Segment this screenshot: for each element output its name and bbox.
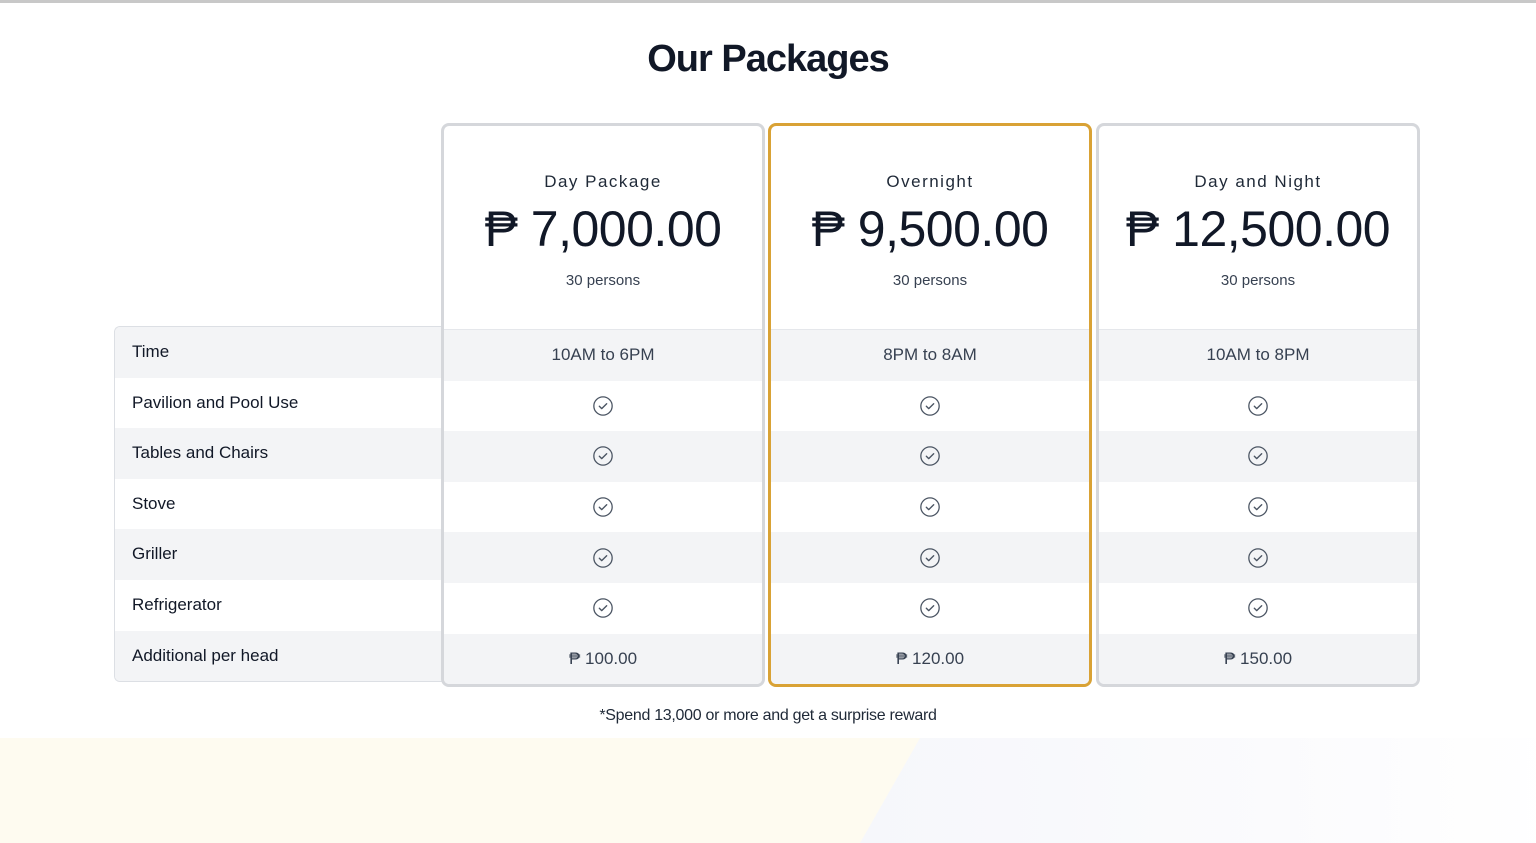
check-circle-icon <box>592 547 614 569</box>
feature-label: Tables and Chairs <box>115 428 455 479</box>
package-capacity: 30 persons <box>1220 272 1296 289</box>
package-time: 8PM to 8AM <box>771 329 1089 381</box>
check-circle-icon <box>592 496 614 518</box>
check-circle-icon <box>919 547 941 569</box>
package-time: 10AM to 8PM <box>1099 329 1417 381</box>
package-name: Day and Night <box>1194 172 1322 191</box>
package-capacity: 30 persons <box>892 272 968 289</box>
footer-background <box>0 738 1536 843</box>
package-card-overnight[interactable]: Overnight ₱ 9,500.00 30 persons 8PM to 8… <box>768 123 1092 687</box>
check-circle-icon <box>919 445 941 467</box>
feature-cell <box>771 482 1089 533</box>
check-circle-icon <box>592 597 614 619</box>
feature-label: Stove <box>132 493 176 513</box>
feature-cell <box>1099 532 1417 583</box>
feature-label-column: Time Pavilion and Pool Use Tables and Ch… <box>114 326 455 682</box>
feature-cell <box>1099 583 1417 634</box>
feature-cell <box>444 431 762 482</box>
package-additional-per-head: ₱ 150.00 <box>1099 633 1417 684</box>
package-header: Day and Night ₱ 12,500.00 30 persons <box>1099 126 1417 329</box>
feature-cell <box>444 381 762 432</box>
feature-cell <box>771 381 1089 432</box>
feature-cell <box>444 532 762 583</box>
package-price: ₱ 7,000.00 <box>484 201 722 257</box>
feature-label: Refrigerator <box>132 594 222 614</box>
feature-cell <box>1099 482 1417 533</box>
check-circle-icon <box>919 395 941 417</box>
package-card-day-and-night[interactable]: Day and Night ₱ 12,500.00 30 persons 10A… <box>1096 123 1420 687</box>
check-circle-icon <box>1247 496 1269 518</box>
check-circle-icon <box>919 597 941 619</box>
feature-cell <box>444 583 762 634</box>
check-circle-icon <box>1247 547 1269 569</box>
check-circle-icon <box>592 395 614 417</box>
decorative-shape <box>860 738 1536 843</box>
check-circle-icon <box>919 496 941 518</box>
feature-cell <box>1099 431 1417 482</box>
package-header: Overnight ₱ 9,500.00 30 persons <box>771 126 1089 329</box>
package-price: ₱ 12,500.00 <box>1125 201 1391 257</box>
footnote: *Spend 13,000 or more and get a surprise… <box>599 707 937 724</box>
feature-cell <box>444 482 762 533</box>
package-name: Day Package <box>544 172 662 191</box>
top-divider <box>0 0 1536 3</box>
feature-label: Additional per head <box>115 630 455 681</box>
package-time: 10AM to 6PM <box>444 329 762 381</box>
check-circle-icon <box>592 445 614 467</box>
package-name: Overnight <box>886 172 974 191</box>
package-additional-per-head: ₱ 100.00 <box>444 633 762 684</box>
page-title: Our Packages <box>647 38 889 80</box>
package-additional-per-head: ₱ 120.00 <box>771 633 1089 684</box>
check-circle-icon <box>1247 445 1269 467</box>
package-price: ₱ 9,500.00 <box>811 201 1049 257</box>
feature-label: Time <box>115 327 455 378</box>
feature-cell <box>771 431 1089 482</box>
feature-cell <box>771 583 1089 634</box>
check-circle-icon <box>1247 597 1269 619</box>
feature-label: Griller <box>115 529 455 580</box>
feature-cell <box>1099 381 1417 432</box>
package-card-day[interactable]: Day Package ₱ 7,000.00 30 persons 10AM t… <box>441 123 765 687</box>
feature-label: Pavilion and Pool Use <box>132 392 299 412</box>
package-capacity: 30 persons <box>565 272 641 289</box>
feature-cell <box>771 532 1089 583</box>
check-circle-icon <box>1247 395 1269 417</box>
package-header: Day Package ₱ 7,000.00 30 persons <box>444 126 762 329</box>
